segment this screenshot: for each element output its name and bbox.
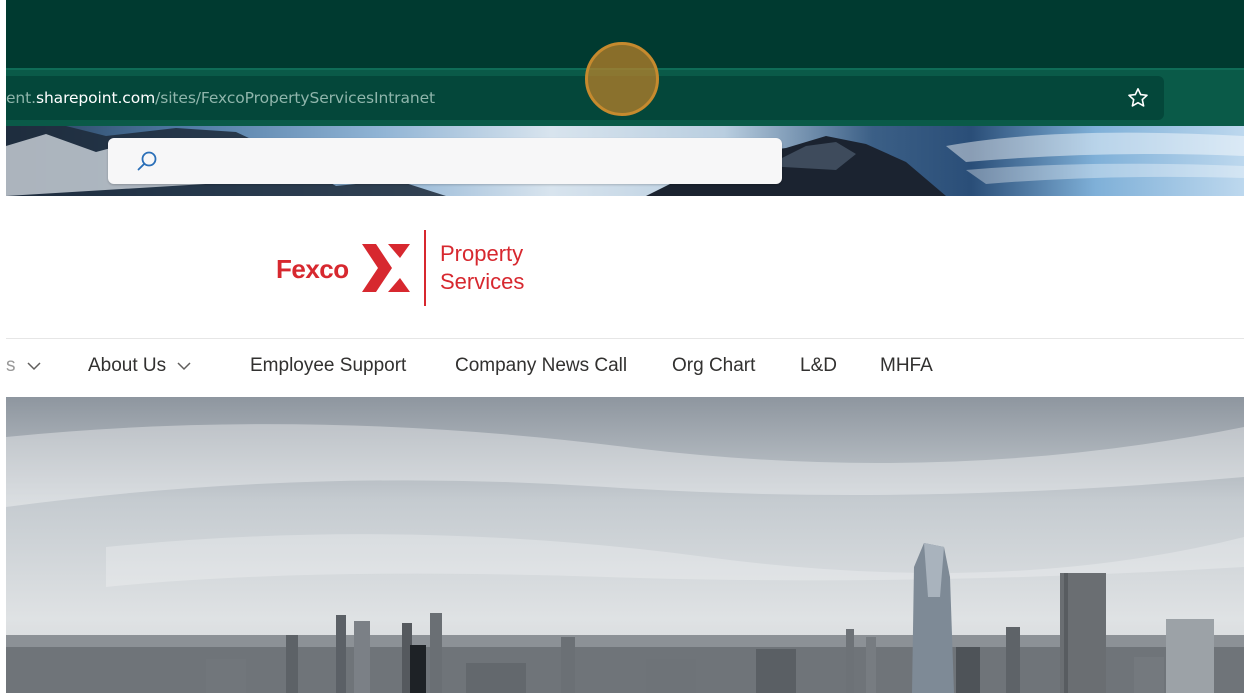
fexco-x-logo-icon (362, 244, 410, 292)
search-icon (137, 151, 157, 171)
chevron-down-icon (177, 362, 191, 371)
cursor-highlight (585, 42, 659, 116)
hero-skyline-image (6, 397, 1244, 693)
nav-item-employee-support[interactable]: Employee Support (250, 355, 406, 377)
logo-subtitle: Property Services (440, 241, 525, 294)
nav-item-company-news-call[interactable]: Company News Call (455, 355, 627, 377)
url-text: ent.sharepoint.com/sites/FexcoPropertySe… (6, 89, 435, 107)
nav-item-partial[interactable]: s (6, 355, 42, 377)
site-navigation: s About Us Employee Support Company News… (6, 338, 1244, 398)
city-skyline-illustration (6, 397, 1244, 693)
site-header: Fexco Property Services (6, 196, 1244, 338)
site-banner (6, 126, 1244, 196)
logo-divider (424, 230, 426, 306)
favorite-star-icon[interactable] (1126, 86, 1150, 110)
logo-brand-text: Fexco (276, 254, 349, 284)
nav-item-l-and-d[interactable]: L&D (800, 355, 837, 377)
nav-item-mhfa[interactable]: MHFA (880, 355, 933, 377)
page-left-edge (0, 0, 6, 693)
nav-item-org-chart[interactable]: Org Chart (672, 355, 755, 377)
site-search-input[interactable] (108, 138, 782, 184)
chevron-down-icon (26, 362, 41, 371)
nav-item-about-us[interactable]: About Us (88, 355, 192, 377)
